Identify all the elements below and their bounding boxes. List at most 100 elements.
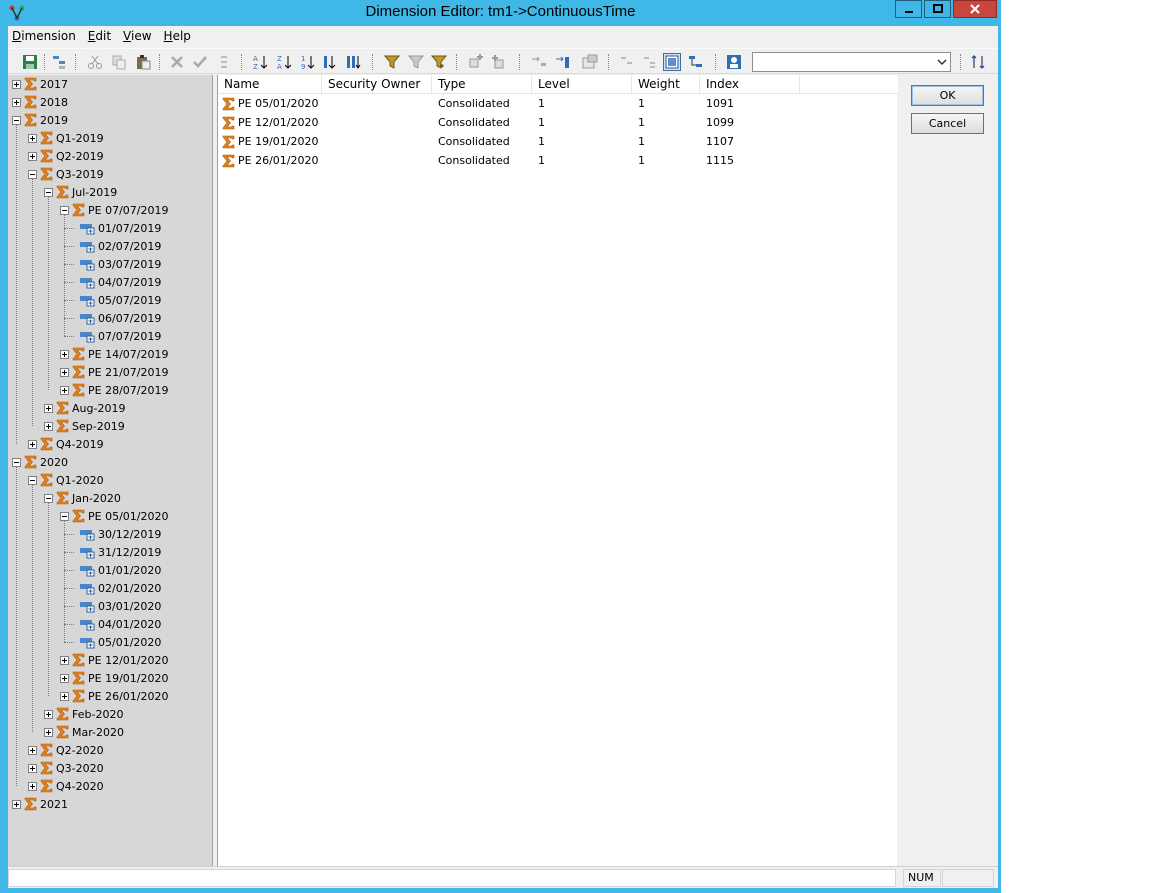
expand-toggle[interactable] <box>28 151 37 161</box>
expand-toggle[interactable] <box>44 709 53 719</box>
tree-consolidated-item[interactable]: PE 12/01/2020 <box>60 651 168 669</box>
sort-hierarchy-icon[interactable] <box>344 53 362 71</box>
expand-toggle[interactable] <box>28 745 37 755</box>
column-header-name[interactable]: Name <box>218 75 322 94</box>
copy-icon[interactable] <box>110 53 128 71</box>
expand-toggle[interactable] <box>44 421 53 431</box>
close-button[interactable] <box>953 0 997 18</box>
collapse-toggle[interactable] <box>60 511 69 521</box>
expand-toggle[interactable] <box>60 349 69 359</box>
add-child-icon[interactable] <box>490 53 508 71</box>
tree-consolidated-item[interactable]: PE 05/01/2020 <box>60 507 168 525</box>
tree-consolidated-item[interactable]: 2019 <box>12 111 68 129</box>
tree-leaf-item[interactable]: 04/07/2019 <box>80 273 161 291</box>
tree-leaf-item[interactable]: 05/07/2019 <box>80 291 161 309</box>
tree-consolidated-item[interactable]: Q4-2020 <box>28 777 104 795</box>
column-header-type[interactable]: Type <box>432 75 532 94</box>
collapse-toggle[interactable] <box>28 169 37 179</box>
column-header-weight[interactable]: Weight <box>632 75 700 94</box>
list-row[interactable]: PE 05/01/2020 Consolidated 1 1 1091 <box>218 94 898 113</box>
sort-za-icon[interactable]: ZA <box>275 53 293 71</box>
tree-consolidated-item[interactable]: Jan-2020 <box>44 489 121 507</box>
tree-consolidated-item[interactable]: PE 14/07/2019 <box>60 345 168 363</box>
tree-leaf-item[interactable]: 31/12/2019 <box>80 543 161 561</box>
list-row[interactable]: PE 26/01/2020 Consolidated 1 1 1115 <box>218 151 898 170</box>
filter-clear-icon[interactable] <box>407 53 425 71</box>
expand-toggle[interactable] <box>28 781 37 791</box>
expand-toggle[interactable] <box>60 673 69 683</box>
hierarchy-icon[interactable] <box>687 53 705 71</box>
tree-consolidated-item[interactable]: 2018 <box>12 93 68 111</box>
element-list[interactable]: Name Security Owner Type Level Weight Index P… <box>217 75 898 866</box>
properties-icon[interactable] <box>581 53 599 71</box>
collapse-toggle[interactable] <box>12 457 21 467</box>
expand-icon[interactable] <box>641 53 659 71</box>
delete-icon[interactable] <box>168 53 186 71</box>
paste-icon[interactable] <box>134 53 152 71</box>
tree-consolidated-item[interactable]: PE 28/07/2019 <box>60 381 168 399</box>
tree-leaf-item[interactable]: 03/07/2019 <box>80 255 161 273</box>
indent-icon[interactable] <box>530 53 548 71</box>
collapse-toggle[interactable] <box>60 205 69 215</box>
column-header-security-owner[interactable]: Security Owner <box>322 75 432 94</box>
collapse-toggle[interactable] <box>44 187 53 197</box>
tree-leaf-item[interactable]: 01/01/2020 <box>80 561 161 579</box>
expand-toggle[interactable] <box>60 367 69 377</box>
list-row[interactable]: PE 12/01/2020 Consolidated 1 1 1099 <box>218 113 898 132</box>
sort-index-desc-icon[interactable] <box>321 53 339 71</box>
save-icon[interactable] <box>21 53 39 71</box>
expand-toggle[interactable] <box>28 439 37 449</box>
tree-consolidated-item[interactable]: PE 19/01/2020 <box>60 669 168 687</box>
expand-toggle[interactable] <box>44 727 53 737</box>
tree-consolidated-item[interactable]: Q3-2019 <box>28 165 104 183</box>
sort-az-icon[interactable]: AZ <box>251 53 269 71</box>
tree-consolidated-item[interactable]: Q1-2019 <box>28 129 104 147</box>
expand-toggle[interactable] <box>60 655 69 665</box>
tree-consolidated-item[interactable]: Q2-2020 <box>28 741 104 759</box>
tree-leaf-item[interactable]: 05/01/2020 <box>80 633 161 651</box>
expand-toggle[interactable] <box>28 133 37 143</box>
display-properties-icon[interactable] <box>663 53 681 71</box>
expand-toggle[interactable] <box>44 403 53 413</box>
subset-combo[interactable] <box>752 52 951 72</box>
order-icon[interactable] <box>215 53 233 71</box>
tree-consolidated-item[interactable]: 2020 <box>12 453 68 471</box>
column-header-index[interactable]: Index <box>700 75 800 94</box>
tree-consolidated-item[interactable]: Q2-2019 <box>28 147 104 165</box>
outdent-icon[interactable] <box>554 53 572 71</box>
tree-consolidated-item[interactable]: Sep-2019 <box>44 417 125 435</box>
tree-consolidated-item[interactable]: Q4-2019 <box>28 435 104 453</box>
collapse-toggle[interactable] <box>28 475 37 485</box>
tree-leaf-item[interactable]: 02/07/2019 <box>80 237 161 255</box>
expand-toggle[interactable] <box>60 385 69 395</box>
tree-consolidated-item[interactable]: Aug-2019 <box>44 399 125 417</box>
sort-index-asc-icon[interactable]: 19 <box>299 53 317 71</box>
tree-consolidated-item[interactable]: 2017 <box>12 75 68 93</box>
title-bar[interactable]: Dimension Editor: tm1->ContinuousTime <box>0 0 1001 26</box>
accept-icon[interactable] <box>191 53 209 71</box>
collapse-toggle[interactable] <box>44 493 53 503</box>
tree-leaf-item[interactable]: 07/07/2019 <box>80 327 161 345</box>
column-header-level[interactable]: Level <box>532 75 632 94</box>
filter-wildcard-icon[interactable]: * <box>430 53 448 71</box>
tree-leaf-item[interactable]: 02/01/2020 <box>80 579 161 597</box>
expand-toggle[interactable] <box>28 763 37 773</box>
list-row[interactable]: PE 19/01/2020 Consolidated 1 1 1107 <box>218 132 898 151</box>
expand-toggle[interactable] <box>12 799 21 809</box>
tree-consolidated-item[interactable]: Mar-2020 <box>44 723 124 741</box>
tree-leaf-item[interactable]: 01/07/2019 <box>80 219 161 237</box>
dimension-tree[interactable]: 2017 2018 2019 Q1-2019 Q2-2019 Q3-2019 Jul-201… <box>8 75 212 866</box>
tree-consolidated-item[interactable]: PE 21/07/2019 <box>60 363 168 381</box>
expand-toggle[interactable] <box>12 79 21 89</box>
menu-view[interactable]: View <box>119 29 159 43</box>
tree-consolidated-item[interactable]: 2021 <box>12 795 68 813</box>
security-icon[interactable] <box>725 53 743 71</box>
cancel-button[interactable]: Cancel <box>911 113 984 134</box>
filter-icon[interactable] <box>383 53 401 71</box>
tree-leaf-item[interactable]: 04/01/2020 <box>80 615 161 633</box>
ok-button[interactable]: OK <box>911 85 984 106</box>
add-sibling-icon[interactable] <box>467 53 485 71</box>
menu-edit[interactable]: Edit <box>84 29 119 43</box>
tree-consolidated-item[interactable]: Jul-2019 <box>44 183 117 201</box>
tree-consolidated-item[interactable]: PE 07/07/2019 <box>60 201 168 219</box>
